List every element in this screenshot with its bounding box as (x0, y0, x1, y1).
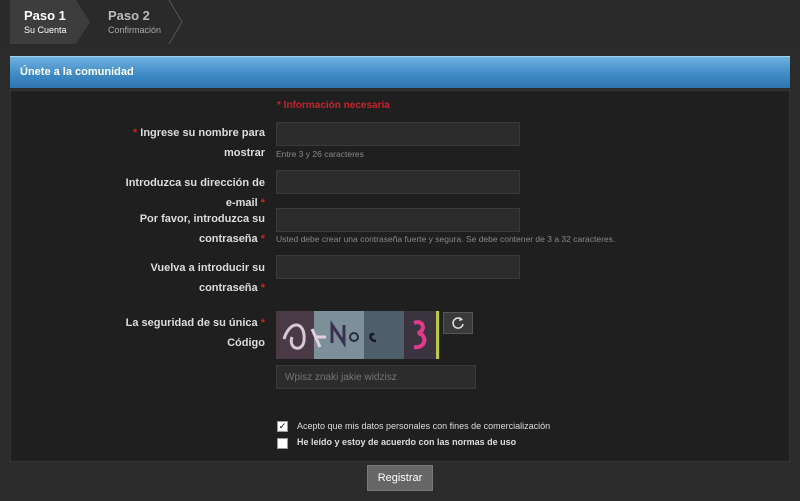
section-header: Únete a la comunidad (10, 56, 790, 88)
required-note: * Información necesaria (277, 100, 390, 111)
email-label-line2: e-mail (225, 197, 258, 209)
captcha-refresh-button[interactable] (443, 312, 473, 334)
step-2: Paso 2 Confirmación (108, 0, 161, 44)
password-hint: Usted debe crear una contraseña fuerte y… (276, 234, 616, 244)
captcha-image (276, 311, 440, 359)
terms-checkbox-label: He leído y estoy de acuerdo con las norm… (297, 437, 516, 447)
password-input[interactable] (276, 208, 520, 232)
step-2-arrow (168, 0, 183, 44)
display-name-label-line2: mostrar (224, 147, 265, 159)
password-confirm-label: Vuelva a introducir su contraseña * (95, 258, 265, 298)
marketing-checkbox-label: Acepto que mis datos personales con fine… (297, 421, 551, 431)
required-asterisk: * (260, 197, 265, 209)
captcha-label-line2: Código (227, 337, 265, 349)
password-label: Por favor, introduzca su contraseña * (95, 209, 265, 249)
terms-text-prefix: He leído y estoy de acuerdo con las (297, 437, 450, 447)
email-label: Introduzca su dirección de e-mail * (95, 173, 265, 213)
step-1-title: Paso 1 (24, 8, 66, 23)
refresh-icon (452, 317, 464, 329)
password-confirm-input[interactable] (276, 255, 520, 279)
email-label-line1: Introduzca su dirección de (125, 177, 265, 189)
required-asterisk: * (260, 282, 265, 294)
captcha-input[interactable] (276, 365, 476, 389)
password-label-line2: contraseña (198, 233, 258, 245)
step-1: Paso 1 Su Cuenta (10, 0, 76, 44)
display-name-label-line1: Ingrese su nombre para (140, 127, 265, 139)
display-name-hint: Entre 3 y 26 caracteres (276, 149, 364, 159)
steps-bar: Paso 1 Su Cuenta Paso 2 Confirmación (0, 0, 800, 44)
captcha-label: La seguridad de su única * Código (95, 313, 265, 353)
required-asterisk: * (260, 317, 265, 329)
section-title: Únete a la comunidad (20, 66, 134, 78)
register-button[interactable]: Registrar (367, 465, 433, 491)
display-name-input[interactable] (276, 122, 520, 146)
step-1-subtitle: Su Cuenta (24, 25, 67, 35)
password-confirm-label-line1: Vuelva a introducir su (150, 262, 265, 274)
step-2-title: Paso 2 (108, 8, 150, 23)
step-1-arrow (76, 0, 90, 44)
marketing-checkbox[interactable]: ✓ (277, 421, 288, 432)
required-asterisk: * (260, 233, 265, 245)
password-confirm-label-line2: contraseña (198, 282, 258, 294)
email-input[interactable] (276, 170, 520, 194)
required-asterisk: * (132, 127, 138, 139)
step-2-subtitle: Confirmación (108, 25, 162, 35)
password-label-line1: Por favor, introduzca su (139, 213, 265, 225)
captcha-label-line1: La seguridad de su única (125, 317, 258, 329)
display-name-label: * Ingrese su nombre para mostrar (95, 123, 265, 163)
terms-checkbox[interactable] (277, 438, 288, 449)
terms-link[interactable]: normas de uso (452, 437, 516, 447)
